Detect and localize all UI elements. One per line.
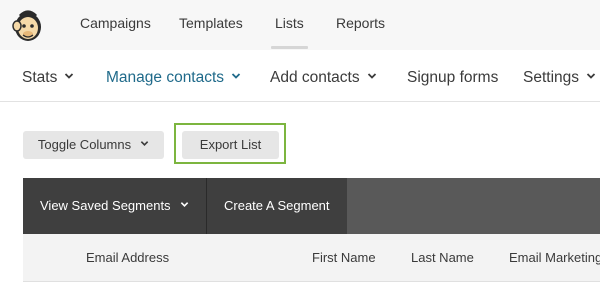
view-saved-segments-label: View Saved Segments — [40, 198, 171, 213]
view-saved-segments-button[interactable]: View Saved Segments — [40, 198, 189, 213]
column-header-last-name[interactable]: Last Name — [411, 250, 474, 265]
column-header-email-address[interactable]: Email Address — [86, 250, 169, 265]
subnav-add-contacts-label: Add contacts — [270, 69, 360, 86]
subnav-settings[interactable]: Settings — [523, 69, 596, 87]
create-segment-button[interactable]: Create A Segment — [224, 198, 330, 213]
subnav-signup-forms[interactable]: Signup forms — [407, 69, 498, 87]
toggle-columns-button[interactable]: Toggle Columns — [23, 131, 164, 159]
nav-reports[interactable]: Reports — [336, 15, 385, 31]
chevron-down-icon — [65, 73, 74, 79]
export-list-label: Export List — [199, 137, 262, 152]
subnav-stats-label: Stats — [22, 69, 58, 86]
subnav-settings-label: Settings — [523, 69, 580, 86]
column-header-first-name[interactable]: First Name — [312, 250, 376, 265]
subnav-stats[interactable]: Stats — [22, 69, 74, 87]
chevron-down-icon — [231, 73, 241, 79]
subnav-add-contacts[interactable]: Add contacts — [270, 69, 377, 87]
nav-active-indicator — [271, 46, 308, 49]
export-list-button[interactable]: Export List — [182, 131, 279, 159]
nav-lists[interactable]: Lists — [275, 15, 304, 31]
segment-divider — [206, 178, 207, 234]
nav-templates[interactable]: Templates — [179, 15, 243, 31]
chevron-down-icon — [367, 73, 376, 79]
chevron-down-icon — [586, 73, 596, 79]
chevron-down-icon — [180, 202, 188, 207]
subnav-manage-contacts[interactable]: Manage contacts — [106, 69, 241, 87]
top-navigation-bar: Campaigns Templates Lists Reports — [0, 0, 600, 50]
toggle-columns-label: Toggle Columns — [37, 137, 132, 152]
subnav-manage-contacts-label: Manage contacts — [106, 69, 225, 86]
chevron-down-icon — [140, 141, 149, 146]
nav-campaigns[interactable]: Campaigns — [80, 15, 151, 31]
create-segment-label: Create A Segment — [224, 198, 330, 213]
subnav-signup-forms-label: Signup forms — [407, 69, 499, 86]
column-header-email-marketing[interactable]: Email Marketing — [509, 250, 600, 265]
mailchimp-logo-icon[interactable] — [10, 6, 46, 44]
